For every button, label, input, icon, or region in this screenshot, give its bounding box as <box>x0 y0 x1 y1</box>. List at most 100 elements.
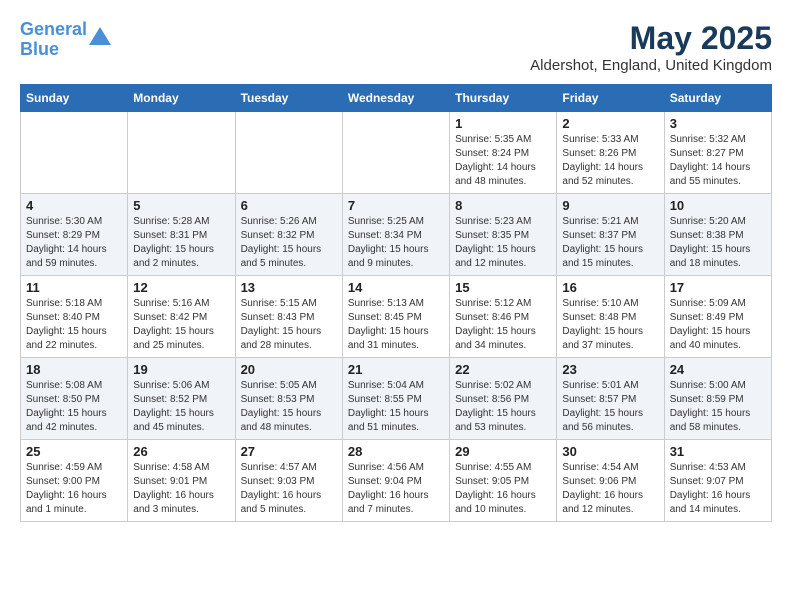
day-number: 29 <box>455 444 551 459</box>
day-number: 2 <box>562 116 658 131</box>
day-number: 22 <box>455 362 551 377</box>
day-info: Sunrise: 5:26 AM Sunset: 8:32 PM Dayligh… <box>241 215 337 271</box>
weekday-header-friday: Friday <box>557 85 664 112</box>
day-info: Sunrise: 5:23 AM Sunset: 8:35 PM Dayligh… <box>455 215 551 271</box>
calendar-cell: 15Sunrise: 5:12 AM Sunset: 8:46 PM Dayli… <box>450 276 557 358</box>
day-info: Sunrise: 5:15 AM Sunset: 8:43 PM Dayligh… <box>241 297 337 353</box>
week-row-5: 25 Sunrise: 4:59 AM Sunset: 9:00 PM Dayli… <box>21 440 772 522</box>
calendar-cell: 12Sunrise: 5:16 AM Sunset: 8:42 PM Dayli… <box>128 276 235 358</box>
day-info: Sunrise: 5:28 AM Sunset: 8:31 PM Dayligh… <box>133 215 229 271</box>
calendar-cell: 5 Sunrise: 5:28 AM Sunset: 8:31 PM Daylig… <box>128 194 235 276</box>
week-row-3: 11 Sunrise: 5:18 AM Sunset: 8:40 PM Dayli… <box>21 276 772 358</box>
calendar-cell: 4Sunrise: 5:30 AM Sunset: 8:29 PM Daylig… <box>21 194 128 276</box>
calendar-cell: 22 Sunrise: 5:02 AM Sunset: 8:56 PM Dayli… <box>450 358 557 440</box>
calendar-cell: 10 Sunrise: 5:20 AM Sunset: 8:38 PM Dayli… <box>664 194 771 276</box>
day-number: 7 <box>348 198 444 213</box>
calendar-cell: 31Sunrise: 4:53 AM Sunset: 9:07 PM Dayli… <box>664 440 771 522</box>
day-number: 13 <box>241 280 337 295</box>
week-row-2: 4Sunrise: 5:30 AM Sunset: 8:29 PM Daylig… <box>21 194 772 276</box>
calendar-cell: 8 Sunrise: 5:23 AM Sunset: 8:35 PM Daylig… <box>450 194 557 276</box>
day-number: 16 <box>562 280 658 295</box>
calendar-cell: 23Sunrise: 5:01 AM Sunset: 8:57 PM Dayli… <box>557 358 664 440</box>
weekday-header-thursday: Thursday <box>450 85 557 112</box>
day-number: 24 <box>670 362 766 377</box>
calendar-cell: 29 Sunrise: 4:55 AM Sunset: 9:05 PM Dayli… <box>450 440 557 522</box>
day-info: Sunrise: 5:25 AM Sunset: 8:34 PM Dayligh… <box>348 215 444 271</box>
day-number: 10 <box>670 198 766 213</box>
calendar-cell: 28 Sunrise: 4:56 AM Sunset: 9:04 PM Dayli… <box>342 440 449 522</box>
day-number: 20 <box>241 362 337 377</box>
logo-text: GeneralBlue <box>20 20 87 60</box>
calendar-cell: 6Sunrise: 5:26 AM Sunset: 8:32 PM Daylig… <box>235 194 342 276</box>
weekday-header-wednesday: Wednesday <box>342 85 449 112</box>
calendar-cell: 2 Sunrise: 5:33 AM Sunset: 8:26 PM Daylig… <box>557 112 664 194</box>
week-row-4: 18 Sunrise: 5:08 AM Sunset: 8:50 PM Dayli… <box>21 358 772 440</box>
calendar-cell: 14 Sunrise: 5:13 AM Sunset: 8:45 PM Dayli… <box>342 276 449 358</box>
day-number: 18 <box>26 362 122 377</box>
calendar-cell: 3 Sunrise: 5:32 AM Sunset: 8:27 PM Daylig… <box>664 112 771 194</box>
day-info: Sunrise: 5:04 AM Sunset: 8:55 PM Dayligh… <box>348 379 444 435</box>
day-info: Sunrise: 5:06 AM Sunset: 8:52 PM Dayligh… <box>133 379 229 435</box>
day-info: Sunrise: 4:56 AM Sunset: 9:04 PM Dayligh… <box>348 461 444 517</box>
day-number: 21 <box>348 362 444 377</box>
day-info: Sunrise: 5:02 AM Sunset: 8:56 PM Dayligh… <box>455 379 551 435</box>
day-number: 8 <box>455 198 551 213</box>
weekday-header-sunday: Sunday <box>21 85 128 112</box>
day-number: 30 <box>562 444 658 459</box>
weekday-header-monday: Monday <box>128 85 235 112</box>
day-info: Sunrise: 5:35 AM Sunset: 8:24 PM Dayligh… <box>455 133 551 189</box>
day-number: 9 <box>562 198 658 213</box>
day-info: Sunrise: 4:59 AM Sunset: 9:00 PM Dayligh… <box>26 461 122 517</box>
calendar-cell <box>342 112 449 194</box>
calendar-cell: 13 Sunrise: 5:15 AM Sunset: 8:43 PM Dayli… <box>235 276 342 358</box>
day-info: Sunrise: 4:54 AM Sunset: 9:06 PM Dayligh… <box>562 461 658 517</box>
calendar-table: SundayMondayTuesdayWednesdayThursdayFrid… <box>20 84 772 522</box>
day-info: Sunrise: 5:21 AM Sunset: 8:37 PM Dayligh… <box>562 215 658 271</box>
day-info: Sunrise: 4:53 AM Sunset: 9:07 PM Dayligh… <box>670 461 766 517</box>
calendar-cell: 16 Sunrise: 5:10 AM Sunset: 8:48 PM Dayli… <box>557 276 664 358</box>
calendar-cell: 30 Sunrise: 4:54 AM Sunset: 9:06 PM Dayli… <box>557 440 664 522</box>
page-header: GeneralBlue May 2025 Aldershot, England,… <box>20 20 772 74</box>
day-number: 19 <box>133 362 229 377</box>
day-info: Sunrise: 5:16 AM Sunset: 8:42 PM Dayligh… <box>133 297 229 353</box>
day-info: Sunrise: 5:18 AM Sunset: 8:40 PM Dayligh… <box>26 297 122 353</box>
day-info: Sunrise: 5:32 AM Sunset: 8:27 PM Dayligh… <box>670 133 766 189</box>
month-title: May 2025 <box>530 20 772 57</box>
day-info: Sunrise: 5:10 AM Sunset: 8:48 PM Dayligh… <box>562 297 658 353</box>
calendar-cell: 9 Sunrise: 5:21 AM Sunset: 8:37 PM Daylig… <box>557 194 664 276</box>
calendar-cell <box>235 112 342 194</box>
logo: GeneralBlue <box>20 20 111 60</box>
day-info: Sunrise: 5:00 AM Sunset: 8:59 PM Dayligh… <box>670 379 766 435</box>
day-info: Sunrise: 4:58 AM Sunset: 9:01 PM Dayligh… <box>133 461 229 517</box>
calendar-cell: 26 Sunrise: 4:58 AM Sunset: 9:01 PM Dayli… <box>128 440 235 522</box>
day-info: Sunrise: 4:57 AM Sunset: 9:03 PM Dayligh… <box>241 461 337 517</box>
day-number: 25 <box>26 444 122 459</box>
day-info: Sunrise: 5:12 AM Sunset: 8:46 PM Dayligh… <box>455 297 551 353</box>
day-number: 26 <box>133 444 229 459</box>
day-info: Sunrise: 5:09 AM Sunset: 8:49 PM Dayligh… <box>670 297 766 353</box>
day-info: Sunrise: 5:05 AM Sunset: 8:53 PM Dayligh… <box>241 379 337 435</box>
day-info: Sunrise: 5:01 AM Sunset: 8:57 PM Dayligh… <box>562 379 658 435</box>
day-number: 14 <box>348 280 444 295</box>
day-number: 11 <box>26 280 122 295</box>
day-number: 27 <box>241 444 337 459</box>
logo-icon <box>89 27 111 45</box>
day-info: Sunrise: 5:13 AM Sunset: 8:45 PM Dayligh… <box>348 297 444 353</box>
day-number: 1 <box>455 116 551 131</box>
day-info: Sunrise: 5:08 AM Sunset: 8:50 PM Dayligh… <box>26 379 122 435</box>
calendar-cell: 25 Sunrise: 4:59 AM Sunset: 9:00 PM Dayli… <box>21 440 128 522</box>
calendar-cell: 11 Sunrise: 5:18 AM Sunset: 8:40 PM Dayli… <box>21 276 128 358</box>
day-number: 17 <box>670 280 766 295</box>
day-number: 5 <box>133 198 229 213</box>
weekday-header-row: SundayMondayTuesdayWednesdayThursdayFrid… <box>21 85 772 112</box>
week-row-1: 1 Sunrise: 5:35 AM Sunset: 8:24 PM Daylig… <box>21 112 772 194</box>
day-number: 28 <box>348 444 444 459</box>
day-number: 3 <box>670 116 766 131</box>
calendar-cell: 19 Sunrise: 5:06 AM Sunset: 8:52 PM Dayli… <box>128 358 235 440</box>
day-info: Sunrise: 4:55 AM Sunset: 9:05 PM Dayligh… <box>455 461 551 517</box>
calendar-cell: 17 Sunrise: 5:09 AM Sunset: 8:49 PM Dayli… <box>664 276 771 358</box>
calendar-cell: 1 Sunrise: 5:35 AM Sunset: 8:24 PM Daylig… <box>450 112 557 194</box>
day-info: Sunrise: 5:33 AM Sunset: 8:26 PM Dayligh… <box>562 133 658 189</box>
title-area: May 2025 Aldershot, England, United King… <box>530 20 772 74</box>
day-info: Sunrise: 5:20 AM Sunset: 8:38 PM Dayligh… <box>670 215 766 271</box>
